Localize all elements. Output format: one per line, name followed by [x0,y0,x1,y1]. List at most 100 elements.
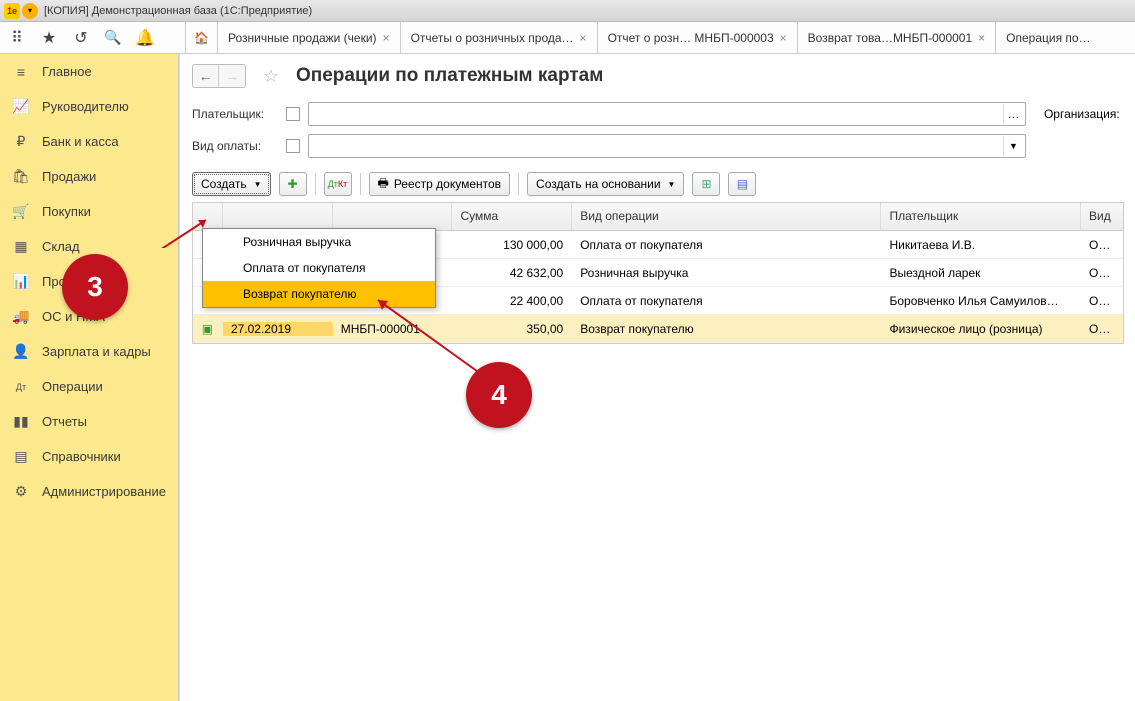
tab-item[interactable]: Операция по… [996,22,1100,53]
ruble-icon: ₽ [12,133,30,151]
create-dropdown-menu: Розничная выручка Оплата от покупателя В… [202,228,436,308]
history-icon[interactable]: ↺ [72,29,90,47]
sidebar-item-label: Отчеты [42,414,87,429]
close-icon[interactable]: × [780,31,787,45]
cell-operation: Оплата от покупателя [572,294,881,308]
th-sum[interactable]: Сумма [452,203,572,230]
th-date[interactable]: Дата [223,203,333,230]
create-based-on-button[interactable]: Создать на основании▼ [527,172,684,196]
menu-item-retail-revenue[interactable]: Розничная выручка [203,229,435,255]
cell-sum: 350,00 [452,322,572,336]
sidebar-item-label: Склад [42,239,80,254]
sidebar-item-directories[interactable]: ▤Справочники [0,439,178,474]
cell-date: 27.02.2019 [223,322,333,336]
separator [360,173,361,195]
create-label: Создать [201,177,247,191]
tab-item[interactable]: Розничные продажи (чеки)× [218,22,401,53]
th-operation[interactable]: Вид операции [572,203,881,230]
filter-payer-row: Плательщик: … Организация: [192,102,1124,126]
registry-button[interactable]: 🖶Реестр документов [369,172,511,196]
apps-icon[interactable]: ⠿ [8,29,26,47]
cell-operation: Розничная выручка [572,266,881,280]
sidebar-item-label: Продажи [42,169,96,184]
close-icon[interactable]: × [580,31,587,45]
relations-button[interactable]: ⊞ [692,172,720,196]
truck-icon: 🚚 [12,308,30,326]
search-icon[interactable]: 🔍 [104,29,122,47]
sidebar-item-label: Зарплата и кадры [42,344,151,359]
sidebar-item-label: Справочники [42,449,121,464]
cell-type: Опла [1081,322,1123,336]
cell-payer: Никитаева И.В. [881,238,1081,252]
main-toolbar: ⠿ ★ ↺ 🔍 🔔 🏠 Розничные продажи (чеки)× От… [0,22,1135,54]
sidebar-item-purchases[interactable]: 🛒Покупки [0,194,178,229]
sidebar-item-manager[interactable]: 📈 Руководителю [0,89,178,124]
cell-payer: Боровченко Илья Самуилов… [881,294,1081,308]
create-button[interactable]: Создать▼ [192,172,271,196]
annotation-step-3: 3 [62,254,128,320]
annotation-step-4: 4 [466,362,532,428]
dtkt-icon: Дт [12,378,30,396]
close-icon[interactable]: × [383,31,390,45]
table-row[interactable]: ▣27.02.2019МНБП-000001350,00Возврат поку… [193,315,1123,343]
back-button[interactable]: ← [193,65,219,87]
close-icon[interactable]: × [978,31,985,45]
tab-item[interactable]: Возврат това…МНБП-000001 × [798,22,997,53]
sidebar-item-reports[interactable]: ▮▮Отчеты [0,404,178,439]
tab-home[interactable]: 🏠 [186,22,218,53]
tab-label: Отчет о розн… МНБП-000003 [608,31,774,45]
app-menu-dropdown[interactable]: ▾ [22,3,38,19]
cell-type: Опла [1081,266,1123,280]
payer-filter-checkbox[interactable] [286,107,300,121]
create-based-label: Создать на основании [536,177,661,191]
sidebar-item-operations[interactable]: ДтОперации [0,369,178,404]
bars-icon: 📊 [12,273,30,291]
sidebar-item-admin[interactable]: ⚙ Администрирование [0,474,178,509]
open-tabs: 🏠 Розничные продажи (чеки)× Отчеты о роз… [186,22,1135,53]
type-filter-checkbox[interactable] [286,139,300,153]
list-settings-button[interactable]: ▤ [728,172,756,196]
favorite-toggle[interactable]: ☆ [260,65,282,87]
separator [315,173,316,195]
cell-operation: Оплата от покупателя [572,238,881,252]
org-label: Организация: [1044,107,1120,121]
grid-icon: ▦ [12,238,30,256]
payer-filter-input[interactable]: … [308,102,1026,126]
tab-label: Отчеты о розничных прода… [411,31,574,45]
gear-icon: ⚙ [12,483,30,501]
registry-label: Реестр документов [394,177,501,191]
bell-icon[interactable]: 🔔 [136,29,154,47]
th-type[interactable]: Вид [1081,203,1123,230]
type-filter-input[interactable]: ▼ [308,134,1026,158]
sidebar-item-bank[interactable]: ₽Банк и касса [0,124,178,159]
tab-label: Возврат това…МНБП-000001 [808,31,972,45]
cart-icon: 🛒 [12,203,30,221]
copy-button[interactable]: ✚ [279,172,307,196]
cell-sum: 22 400,00 [452,294,572,308]
star-icon[interactable]: ★ [40,29,58,47]
page-title: Операции по платежным картам [296,65,603,87]
dropdown-icon[interactable]: ▼ [1003,136,1023,156]
chart-icon: 📈 [12,98,30,116]
forward-button[interactable]: → [219,65,245,87]
menu-item-return-to-buyer[interactable]: Возврат покупателю [203,281,435,307]
sidebar-item-main[interactable]: ≡Главное [0,54,178,89]
tab-item[interactable]: Отчеты о розничных прода… × [401,22,598,53]
menu-icon: ≡ [12,63,30,81]
dtkt-button[interactable]: ДтКт [324,172,352,196]
menu-item-payment-from-buyer[interactable]: Оплата от покупателя [203,255,435,281]
sidebar-item-hr[interactable]: 👤Зарплата и кадры [0,334,178,369]
app-logo-icon: 1e [4,3,20,19]
type-filter-label: Вид оплаты: [192,139,278,153]
choose-icon[interactable]: … [1003,104,1023,124]
tab-item[interactable]: Отчет о розн… МНБП-000003 × [598,22,798,53]
cell-payer: Выездной ларек [881,266,1081,280]
sidebar-item-sales[interactable]: 🛍Продажи [0,159,178,194]
copy-icon: ✚ [287,177,297,191]
sidebar-item-label: Администрирование [42,484,166,499]
th-payer[interactable]: Плательщик [881,203,1081,230]
th-number[interactable]: Номер [333,203,453,230]
table-header: Дата Номер Сумма Вид операции Плательщик… [193,203,1123,231]
sidebar-item-label: Руководителю [42,99,129,114]
tab-label: Операция по… [1006,31,1090,45]
